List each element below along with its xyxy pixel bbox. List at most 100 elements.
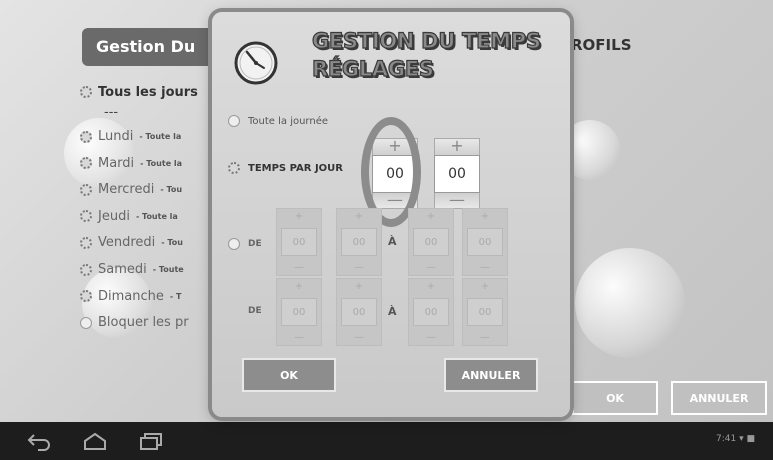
- minutes-value[interactable]: 00: [434, 155, 480, 193]
- home-icon[interactable]: [82, 431, 108, 451]
- option-all-day[interactable]: Toute la journée: [228, 115, 328, 127]
- dialog-title-line1: GESTION DU TEMPS: [311, 28, 541, 53]
- decrement-button[interactable]: —: [480, 332, 490, 343]
- increment-button[interactable]: +: [427, 281, 435, 292]
- range-value[interactable]: 00: [467, 298, 503, 326]
- range2-to-label: À: [388, 305, 397, 318]
- range-value[interactable]: 00: [467, 228, 503, 256]
- radio-icon: [80, 316, 92, 329]
- minutes-increment-button[interactable]: +: [434, 138, 480, 155]
- increment-button[interactable]: +: [355, 211, 363, 222]
- list-item-block-programs[interactable]: Bloquer les pr: [80, 311, 198, 335]
- gear-icon: [80, 236, 92, 249]
- range-from-label: DE: [248, 239, 262, 249]
- radio-button[interactable]: [228, 238, 240, 250]
- increment-button[interactable]: +: [295, 211, 303, 222]
- range-to-label: À: [388, 235, 397, 248]
- list-item-friday[interactable]: Vendredi - Tou: [80, 231, 198, 255]
- dialog-title-line2: RÉGLAGES: [311, 56, 434, 81]
- range-end-hours[interactable]: + 00 —: [408, 208, 454, 276]
- decrement-button[interactable]: —: [294, 332, 304, 343]
- list-item-detail: - Toute: [152, 265, 184, 275]
- list-item-label: Tous les jours: [98, 84, 198, 100]
- range2-end-hours[interactable]: + 00 —: [408, 278, 454, 346]
- decrement-button[interactable]: —: [480, 262, 490, 273]
- decrement-button[interactable]: —: [354, 262, 364, 273]
- background-cancel-button[interactable]: ANNULER: [671, 381, 767, 415]
- option-label: TEMPS PAR JOUR: [248, 162, 343, 174]
- list-item-label: Jeudi: [98, 208, 130, 224]
- range-end-minutes[interactable]: + 00 —: [462, 208, 508, 276]
- list-item-label: Bloquer les pr: [98, 315, 189, 331]
- list-item-tuesday[interactable]: Mardi - Toute la: [80, 151, 198, 175]
- range2-end-minutes[interactable]: + 00 —: [462, 278, 508, 346]
- list-item-label: Dimanche: [98, 288, 164, 304]
- gear-icon: [80, 290, 92, 303]
- increment-button[interactable]: +: [295, 281, 303, 292]
- list-item-label: Mardi: [98, 155, 135, 171]
- list-item-monday[interactable]: Lundi - Toute la: [80, 125, 198, 149]
- list-item-detail: - T: [169, 291, 182, 301]
- list-item-detail: - Tou: [160, 185, 183, 195]
- decrement-button[interactable]: —: [354, 332, 364, 343]
- decrement-button[interactable]: —: [426, 262, 436, 273]
- separator-dots: ---: [104, 104, 119, 120]
- range-value[interactable]: 00: [341, 228, 377, 256]
- list-item-saturday[interactable]: Samedi - Toute: [80, 258, 198, 282]
- range-start-minutes[interactable]: + 00 —: [336, 208, 382, 276]
- increment-button[interactable]: +: [481, 281, 489, 292]
- decorative-bubble: [575, 248, 685, 358]
- range-value[interactable]: 00: [341, 298, 377, 326]
- gear-icon: [80, 86, 92, 98]
- increment-button[interactable]: +: [355, 281, 363, 292]
- range2-start-hours[interactable]: + 00 —: [276, 278, 322, 346]
- range-value[interactable]: 00: [413, 228, 449, 256]
- list-item-wednesday[interactable]: Mercredi - Tou: [80, 178, 198, 202]
- gear-icon: [80, 183, 92, 196]
- gear-icon: [228, 162, 240, 174]
- gear-icon: [80, 130, 92, 143]
- list-item-detail: - Toute la: [140, 158, 183, 168]
- page-header: Gestion Du: [82, 28, 232, 66]
- list-item-all-days[interactable]: Tous les jours: [80, 80, 198, 104]
- list-item-detail: - Toute la: [139, 132, 182, 142]
- radio-button[interactable]: [228, 115, 240, 127]
- list-item-detail: - Toute la: [135, 211, 178, 221]
- gear-icon: [80, 263, 92, 276]
- ok-button[interactable]: OK: [242, 358, 336, 392]
- back-icon[interactable]: [26, 431, 52, 451]
- minutes-decrement-button[interactable]: —: [434, 192, 480, 209]
- range-value[interactable]: 00: [281, 228, 317, 256]
- list-item-detail: - Tou: [161, 238, 183, 248]
- dialog-title: GESTION DU TEMPS RÉGLAGES: [311, 27, 541, 83]
- range-start-hours[interactable]: + 00 —: [276, 208, 322, 276]
- list-item-sunday[interactable]: Dimanche - T: [80, 284, 198, 308]
- time-management-dialog: GESTION DU TEMPS RÉGLAGES Toute la journ…: [212, 12, 570, 417]
- list-item-label: Vendredi: [98, 235, 156, 251]
- option-time-range[interactable]: DE: [228, 238, 262, 250]
- background-ok-button[interactable]: OK: [572, 381, 658, 415]
- recent-apps-icon[interactable]: [138, 431, 164, 451]
- list-item-label: Lundi: [98, 129, 134, 145]
- list-item-thursday[interactable]: Jeudi - Toute la: [80, 204, 198, 228]
- list-item-label: Mercredi: [98, 182, 155, 198]
- cancel-button[interactable]: ANNULER: [444, 358, 538, 392]
- system-navbar: 7:41 ▾ ■: [0, 422, 773, 460]
- increment-button[interactable]: +: [427, 211, 435, 222]
- range2-from-label: DE: [248, 306, 262, 316]
- increment-button[interactable]: +: [481, 211, 489, 222]
- profiles-heading: ROFILS: [571, 36, 632, 54]
- range2-start-minutes[interactable]: + 00 —: [336, 278, 382, 346]
- gear-icon: [80, 210, 92, 223]
- status-indicator: 7:41 ▾ ■: [716, 434, 755, 444]
- range-value[interactable]: 00: [281, 298, 317, 326]
- list-item-label: Samedi: [98, 262, 147, 278]
- decrement-button[interactable]: —: [426, 332, 436, 343]
- option-label: Toute la journée: [248, 115, 329, 127]
- day-list: Tous les jours --- Lundi - Toute la Mard…: [80, 80, 198, 337]
- minutes-stepper[interactable]: + 00 —: [434, 138, 480, 209]
- option-time-per-day[interactable]: TEMPS PAR JOUR: [228, 162, 343, 174]
- decrement-button[interactable]: —: [294, 262, 304, 273]
- clock-icon: [234, 41, 278, 85]
- range-value[interactable]: 00: [413, 298, 449, 326]
